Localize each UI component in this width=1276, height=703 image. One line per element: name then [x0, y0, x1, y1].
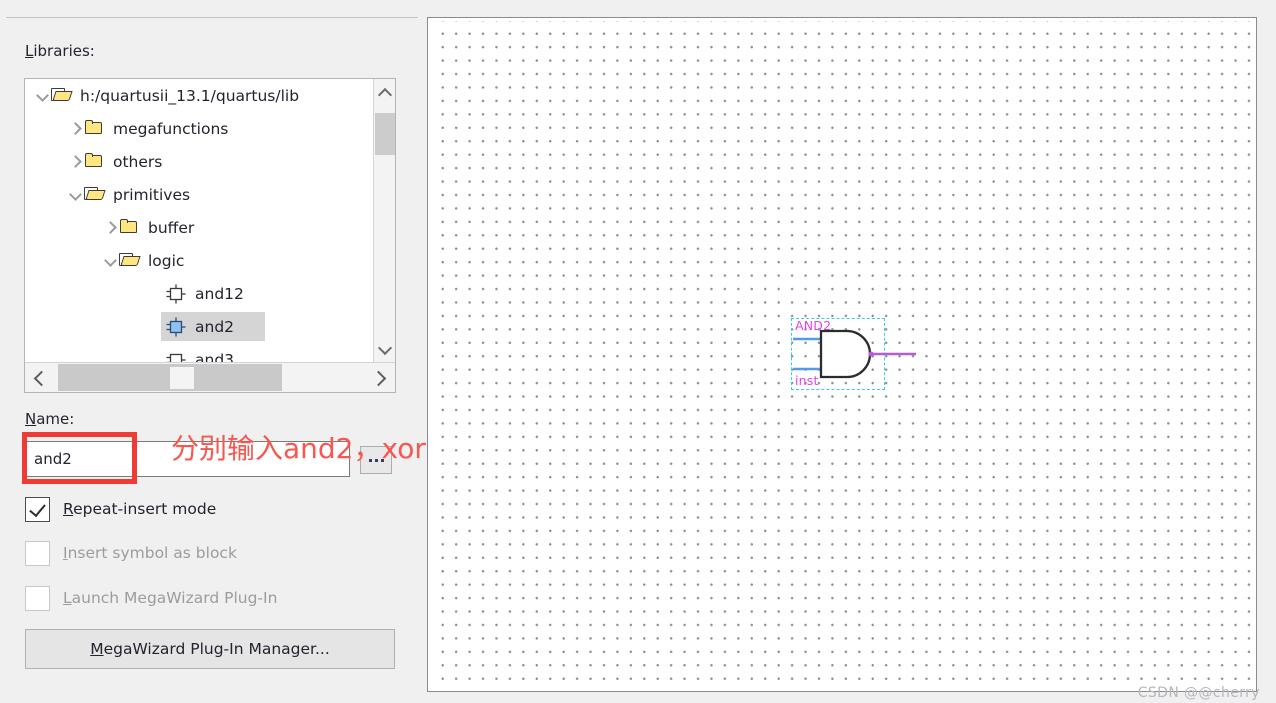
chevron-down-icon[interactable] — [68, 187, 84, 203]
libraries-label-text: ibraries: — [33, 42, 95, 60]
ellipsis-dot — [380, 458, 384, 462]
schematic-canvas[interactable]: AND2 inst — [428, 18, 1256, 691]
scroll-right-icon[interactable] — [365, 363, 395, 392]
chevron-right-icon[interactable] — [68, 154, 84, 170]
insert-symbol-as-block-checkbox[interactable] — [25, 540, 50, 566]
symbol-name-input[interactable] — [25, 441, 350, 477]
megawizard-button-label: MegaWizard Plug-In Manager... — [90, 640, 330, 658]
tree-item-label: buffer — [148, 218, 195, 237]
tree-item-label: and12 — [195, 284, 244, 303]
repeat-insert-mode-checkbox[interactable] — [25, 496, 50, 522]
megawizard-plugin-manager-button[interactable]: MegaWizard Plug-In Manager... — [25, 629, 395, 669]
libraries-tree-viewport[interactable]: h:/quartusii_13.1/quartus/lib megafuncti… — [25, 79, 373, 362]
tree-item-label: primitives — [113, 185, 191, 204]
launch-megawizard-checkbox-row[interactable]: Launch MegaWizard Plug-In — [25, 585, 277, 611]
tree-item-and3[interactable]: and3 — [25, 343, 373, 362]
scroll-left-icon[interactable] — [25, 363, 55, 392]
panel-top-divider — [6, 17, 418, 18]
tree-item-logic[interactable]: logic — [25, 244, 373, 277]
libraries-tree[interactable]: h:/quartusii_13.1/quartus/lib megafuncti… — [24, 78, 396, 393]
chevron-right-icon[interactable] — [103, 220, 119, 236]
tree-item-label: and3 — [195, 350, 235, 363]
watermark: CSDN @@cherry — [1137, 685, 1260, 701]
repeat-insert-mode-label: Repeat-insert mode — [63, 500, 217, 518]
repeat-insert-mode-checkbox-row[interactable]: Repeat-insert mode — [25, 496, 216, 522]
and-gate-graphic — [793, 329, 916, 379]
folder-open-icon — [51, 87, 72, 104]
folder-closed-icon — [84, 120, 105, 137]
name-label-text: ame: — [36, 410, 75, 428]
tree-item-lib-root[interactable]: h:/quartusii_13.1/quartus/lib — [25, 79, 373, 112]
launch-megawizard-label: Launch MegaWizard Plug-In — [63, 589, 278, 607]
tree-item-megafunctions[interactable]: megafunctions — [25, 112, 373, 145]
gate-symbol-icon — [165, 317, 187, 337]
tree-item-label: and2 — [195, 317, 235, 336]
browse-button[interactable] — [360, 446, 392, 474]
tree-horizontal-scrollbar[interactable] — [25, 362, 395, 392]
folder-open-icon — [119, 252, 140, 269]
tree-item-label: megafunctions — [113, 119, 229, 138]
schematic-canvas-grid[interactable]: AND2 inst — [431, 21, 1253, 688]
horizontal-scrollbar-track[interactable] — [58, 364, 282, 391]
ellipsis-dot — [368, 458, 372, 462]
tree-item-label: logic — [148, 251, 185, 270]
insert-symbol-as-block-label: Insert symbol as block — [63, 544, 237, 562]
launch-megawizard-checkbox[interactable] — [25, 585, 50, 611]
horizontal-scrollbar-thumb[interactable] — [170, 367, 194, 389]
and2-symbol-instance[interactable]: AND2 inst — [791, 318, 921, 398]
folder-closed-icon — [84, 153, 105, 170]
symbol-dialog-left-panel: Libraries: h:/quartusii_13.1/quartus/lib… — [0, 0, 426, 703]
scroll-up-icon[interactable] — [374, 81, 396, 103]
vertical-scrollbar-thumb[interactable] — [375, 113, 395, 155]
tree-item-buffer[interactable]: buffer — [25, 211, 373, 244]
tree-item-and12[interactable]: and12 — [25, 277, 373, 310]
tree-item-label: h:/quartusii_13.1/quartus/lib — [80, 86, 300, 105]
gate-symbol-icon — [165, 284, 187, 304]
tree-item-label: others — [113, 152, 163, 171]
chevron-right-icon[interactable] — [68, 121, 84, 137]
chevron-down-icon[interactable] — [35, 88, 51, 104]
scroll-down-icon[interactable] — [374, 338, 396, 360]
tree-item-others[interactable]: others — [25, 145, 373, 178]
tree-item-and2[interactable]: and2 — [25, 310, 373, 343]
tree-item-primitives[interactable]: primitives — [25, 178, 373, 211]
ellipsis-dot — [374, 458, 378, 462]
gate-symbol-icon — [165, 350, 187, 362]
chevron-down-icon[interactable] — [103, 253, 119, 269]
libraries-label: Libraries: — [25, 42, 95, 60]
folder-open-icon — [84, 186, 105, 203]
name-label: Name: — [25, 410, 75, 428]
folder-closed-icon — [119, 219, 140, 236]
tree-vertical-scrollbar[interactable] — [373, 79, 395, 362]
insert-symbol-as-block-checkbox-row[interactable]: Insert symbol as block — [25, 540, 237, 566]
